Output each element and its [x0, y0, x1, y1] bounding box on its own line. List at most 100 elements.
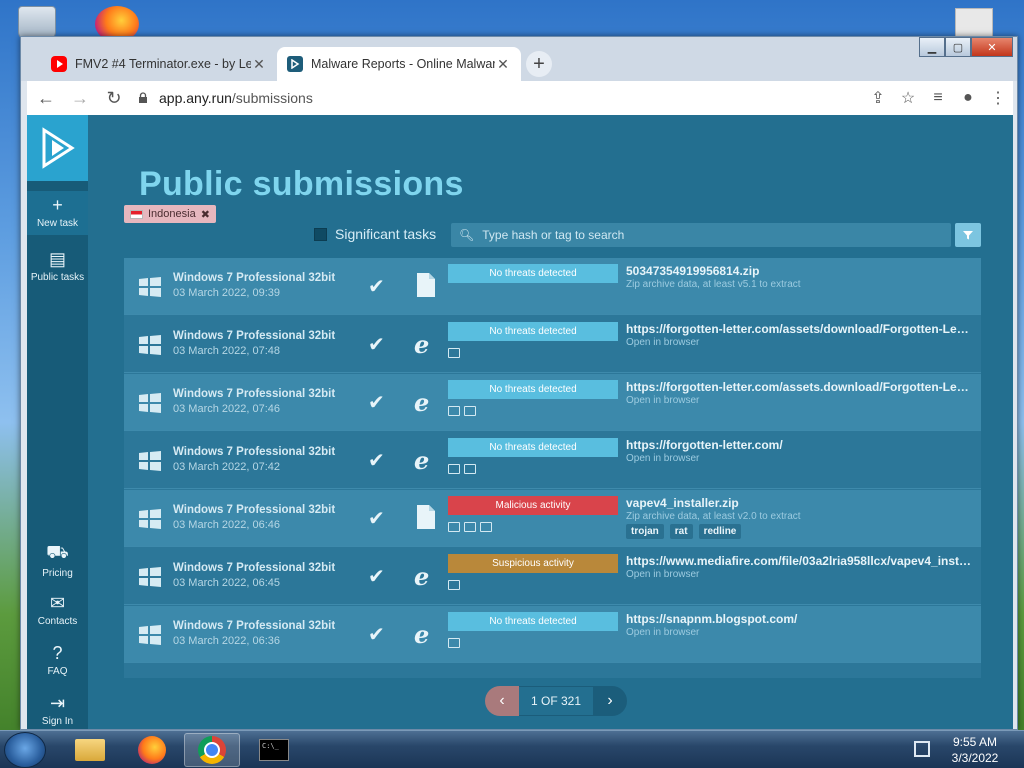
- browser-toolbar: ← → ↻ app.any.run/submissions ⇪ ☆ ≡ ● ⋮: [27, 81, 1013, 115]
- sidebar-item-new-task[interactable]: + New task: [27, 191, 88, 235]
- object-name[interactable]: 50347354919956814.zip: [626, 264, 972, 278]
- media-icon[interactable]: ≡: [923, 83, 953, 113]
- recycle-bin-icon[interactable]: [18, 6, 56, 40]
- os-name: Windows 7 Professional 32bit: [173, 388, 336, 400]
- filter-button[interactable]: [955, 223, 981, 247]
- system-clock[interactable]: 9:55 AM 3/3/2022: [940, 734, 1010, 766]
- new-tab-button[interactable]: +: [526, 51, 552, 77]
- windows-icon: [139, 277, 161, 297]
- bookmark-star-icon[interactable]: ☆: [893, 83, 923, 113]
- verdict-badge: No threats detected: [448, 438, 618, 457]
- search-input[interactable]: 🔍︎ Type hash or tag to search: [451, 223, 951, 247]
- file-icon: [417, 273, 435, 297]
- window-icon: [448, 522, 460, 532]
- back-icon[interactable]: ←: [31, 83, 61, 113]
- table-row[interactable]: Windows 7 Professional 32bit 03 March 20…: [124, 432, 981, 489]
- object-name[interactable]: https://forgotten-letter.com/assets.down…: [626, 380, 972, 394]
- ie-icon: e: [414, 330, 430, 359]
- significant-tasks-checkbox[interactable]: [314, 227, 327, 241]
- os-name: Windows 7 Professional 32bit: [173, 620, 336, 632]
- object-name[interactable]: https://www.mediafire.com/file/03a2lria9…: [626, 554, 972, 568]
- object-subtitle: Open in browser: [626, 395, 700, 406]
- table-row[interactable]: Windows 7 Professional 32bit 03 March 20…: [124, 374, 981, 431]
- anyrun-logo[interactable]: [27, 115, 88, 181]
- firefox-icon: [138, 736, 166, 764]
- close-tab-icon[interactable]: ✕: [251, 56, 267, 73]
- chrome-icon: [198, 736, 226, 764]
- tag-badge[interactable]: redline: [698, 524, 742, 539]
- taskbar-firefox[interactable]: [124, 733, 180, 767]
- cart-icon: ⛟: [46, 542, 69, 562]
- significant-tasks-toggle[interactable]: Significant tasks: [314, 226, 436, 242]
- close-window-button[interactable]: ✕: [971, 37, 1013, 57]
- maximize-button[interactable]: ▢: [945, 37, 971, 57]
- verdict-badge: No threats detected: [448, 612, 618, 631]
- indicator-icons: [448, 638, 460, 648]
- object-name[interactable]: https://forgotten-letter.com/assets/down…: [626, 322, 972, 336]
- object-subtitle: Zip archive data, at least v5.1 to extra…: [626, 279, 801, 290]
- windows-icon: [139, 567, 161, 587]
- table-row[interactable]: Windows 7 Professional 32bit 03 March 20…: [124, 258, 981, 315]
- submission-date: 03 March 2022, 09:39: [173, 287, 281, 299]
- table-row[interactable]: Windows 7 Professional 32bit 03 March 20…: [124, 548, 981, 605]
- network-icon[interactable]: [914, 741, 930, 757]
- sidebar-item-pricing[interactable]: ⛟ Pricing: [27, 542, 88, 579]
- document-icon: ▤: [48, 249, 66, 269]
- object-name[interactable]: vapev4_installer.zip: [626, 496, 972, 510]
- forward-icon[interactable]: →: [65, 83, 95, 113]
- tab-anyrun[interactable]: Malware Reports - Online Malware ✕: [277, 47, 521, 81]
- verdict-badge: No threats detected: [448, 322, 618, 341]
- sidebar-item-label: Pricing: [42, 568, 73, 579]
- youtube-icon: [51, 56, 67, 72]
- share-icon[interactable]: ⇪: [863, 83, 893, 113]
- check-icon: ✔: [368, 508, 385, 530]
- object-subtitle: Open in browser: [626, 569, 700, 580]
- check-icon: ✔: [368, 624, 385, 646]
- country-filter-chip[interactable]: Indonesia ✖: [124, 205, 216, 223]
- search-icon: 🔍︎: [459, 228, 475, 242]
- reload-icon[interactable]: ↻: [99, 83, 129, 113]
- tag-list: trojan rat redline: [626, 524, 742, 539]
- table-row[interactable]: Windows 7 Professional 32bit 03 March 20…: [124, 316, 981, 373]
- submission-date: 03 March 2022, 06:36: [173, 635, 281, 647]
- question-icon: ?: [52, 643, 63, 663]
- object-name[interactable]: https://forgotten-letter.com/: [626, 438, 972, 452]
- tag-badge[interactable]: trojan: [626, 524, 664, 539]
- windows-icon: [139, 625, 161, 645]
- check-icon: ✔: [368, 334, 385, 356]
- submission-date: 03 March 2022, 07:42: [173, 461, 281, 473]
- cmd-icon: C:\_: [259, 739, 289, 761]
- prev-page-button[interactable]: ‹: [485, 686, 519, 716]
- sidebar-item-sign-in[interactable]: ⇥ Sign In: [27, 693, 88, 727]
- os-name: Windows 7 Professional 32bit: [173, 562, 336, 574]
- next-page-button[interactable]: ›: [593, 686, 628, 716]
- file-icon: [417, 505, 435, 529]
- start-button[interactable]: [4, 732, 46, 768]
- taskbar-cmd[interactable]: C:\_: [246, 733, 302, 767]
- taskbar-explorer[interactable]: [62, 733, 118, 767]
- table-row[interactable]: Windows 7 Professional 32bit 03 March 20…: [124, 490, 981, 547]
- sidebar-item-public-tasks[interactable]: ▤ Public tasks: [27, 249, 88, 283]
- indonesia-flag-icon: [130, 209, 143, 219]
- sidebar-item-faq[interactable]: ? FAQ: [27, 643, 88, 677]
- os-name: Windows 7 Professional 32bit: [173, 504, 336, 516]
- profile-icon[interactable]: ●: [953, 83, 983, 113]
- sidebar-item-label: Contacts: [37, 616, 78, 627]
- menu-icon[interactable]: ⋮: [983, 83, 1013, 113]
- table-row[interactable]: Windows 7 Professional 32bit 03 March 20…: [124, 606, 981, 663]
- sidebar-item-contacts[interactable]: ✉ Contacts: [27, 593, 88, 627]
- os-name: Windows 7 Professional 32bit: [173, 446, 336, 458]
- clock-date: 3/3/2022: [951, 751, 999, 765]
- sidebar-item-label: Sign In: [41, 716, 74, 727]
- indicator-icons: [448, 348, 460, 358]
- ie-icon: e: [414, 446, 430, 475]
- sidebar-item-label: New task: [36, 218, 79, 229]
- object-name[interactable]: https://snapnm.blogspot.com/: [626, 612, 972, 626]
- remove-filter-icon[interactable]: ✖: [201, 208, 210, 221]
- tag-badge[interactable]: rat: [669, 524, 693, 539]
- close-tab-icon[interactable]: ✕: [495, 56, 511, 73]
- taskbar-chrome[interactable]: [184, 733, 240, 767]
- minimize-button[interactable]: ▁: [919, 37, 945, 57]
- address-bar[interactable]: app.any.run/submissions: [137, 84, 863, 112]
- tab-youtube[interactable]: FMV2 #4 Terminator.exe - by Leo ✕: [41, 47, 277, 81]
